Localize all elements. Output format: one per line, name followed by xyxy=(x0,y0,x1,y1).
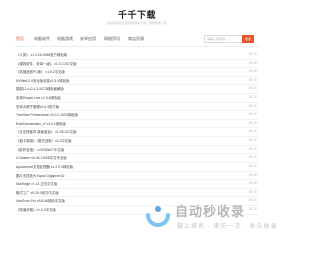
list-item-title[interactable]: 《特洛伊城》v1.0.0中文版 xyxy=(16,207,56,212)
site-title[interactable]: 千千下载 xyxy=(0,8,274,21)
watermark-title: 自动秒收录 xyxy=(175,204,246,219)
list-item-title[interactable]: TreeSize Professional v9.0.2.1533绿色版 xyxy=(16,112,78,117)
list-item-title[interactable]: 安卓Simple Live v1.5.8绿色版 xyxy=(16,95,61,100)
list-item[interactable]: 《无名侠客传 原画重返》 v1.05.1中文版 06-30 xyxy=(15,128,259,138)
list-item-date: 06-30 xyxy=(248,112,257,117)
site-subtitle: 提供最新最全的免费软件下载，绿色软件下载 xyxy=(106,21,167,25)
watermark-slogan: 做上排名 · 来访一次 · 永久收录 xyxy=(177,224,278,230)
list-item-date: 06-30 xyxy=(248,189,257,194)
list-item[interactable]: 《抽卡英雄》（俄式战役）v1.0中文版 06-30 xyxy=(15,137,259,146)
nav-divider xyxy=(15,46,259,47)
list-item-date: 06-30 xyxy=(248,95,257,100)
list-item-title[interactable]: CCleaner v6.36.11508中文专业版 xyxy=(16,155,67,160)
list-item[interactable]: 《人类》 v1.3.26.2968官方绿色版 06-30 xyxy=(15,51,259,60)
list-item-date: 06-30 xyxy=(248,163,257,168)
nav-item-android-apps[interactable]: 安卓应用 xyxy=(80,36,96,42)
list-item-date: 06-30 xyxy=(248,86,257,91)
list-item[interactable]: CCleaner v6.36.11508中文专业版 06-30 xyxy=(15,154,259,163)
search-button[interactable]: 搜索 xyxy=(242,35,254,43)
list-item-date: 06-30 xyxy=(248,155,257,160)
list-item-date: 06-30 xyxy=(248,52,257,56)
list-item-date: 06-30 xyxy=(248,146,257,151)
list-item-title[interactable]: StarEdge v7.14 正式中文版 xyxy=(16,181,57,186)
list-item[interactable]: 安卓Simple Live v1.5.8绿色版 06-30 xyxy=(15,94,259,103)
list-item-date: 06-30 xyxy=(248,181,257,186)
article-list: 《人类》 v1.3.26.2968官方绿色版 06-30 《增效软件：安卓一级》 v… xyxy=(15,51,259,215)
list-item-title[interactable]: 《人类》 v1.3.26.2968官方绿色版 xyxy=(16,52,67,57)
list-item[interactable]: StarEdge v7.14 正式中文版 06-30 xyxy=(15,180,259,189)
list-item-date: 06-30 xyxy=(248,129,257,134)
list-item-date: 06-30 xyxy=(248,60,257,65)
list-item[interactable]: NVMe6.0.0安全免安装v1.5.0绿色版 06-30 xyxy=(15,77,259,86)
list-item[interactable]: RobiDownloader_H v4.0.1绿色版 06-30 xyxy=(15,120,259,129)
list-item-title[interactable]: 《增效软件：安卓一级》 v1.0.2.4中文版 xyxy=(16,61,76,66)
list-item-title[interactable]: NVMe6.0.0安全免安装v1.5.0绿色版 xyxy=(16,78,69,83)
list-item[interactable]: 《机械迷宫PC版》 v1.5.2中文版 06-30 xyxy=(15,68,259,77)
watermark: 自动秒收录 做上排名 · 来访一次 · 永久收录 xyxy=(145,199,277,239)
list-item-title[interactable]: 猫猫11 v12.1.9.2673绿色破解版 xyxy=(16,86,64,91)
nav-item-home[interactable]: 首页 xyxy=(16,36,24,42)
list-item[interactable]: 猫猫11 v12.1.9.2673绿色破解版 06-30 xyxy=(15,85,259,95)
list-item-date: 06-30 xyxy=(248,103,257,108)
list-item-title[interactable]: VueScan Pro v9.8.46绿色中文版 xyxy=(16,198,65,203)
list-item-title[interactable]: 安卓大帽子管理v3.6.3官方版 xyxy=(16,104,59,109)
search-input[interactable]: 请输入关键词 xyxy=(204,35,242,43)
list-item-title[interactable]: Apowersoft文档处理器 v1.2.0.0绿色版 xyxy=(16,164,73,169)
list-item-title[interactable]: 图片无损放大Topaz Gigapixel AI xyxy=(16,173,64,178)
list-item-title[interactable]: 《影炉会馆》 v20250627中文版 xyxy=(16,147,64,152)
list-item[interactable]: 《增效软件：安卓一级》 v1.0.2.4中文版 06-30 xyxy=(15,60,259,69)
list-item-date: 06-30 xyxy=(248,77,257,82)
list-item-title[interactable]: 《机械迷宫PC版》 v1.5.2中文版 xyxy=(16,69,65,74)
list-item-title[interactable]: 《抽卡英雄》（俄式战役）v1.0中文版 xyxy=(16,138,72,143)
list-item-title[interactable]: 格式工厂 v5.20.0官方中文版 xyxy=(16,190,59,195)
nav-item-pc-games[interactable]: 电脑游戏 xyxy=(57,36,73,42)
list-item-date: 06-30 xyxy=(248,172,257,177)
list-item[interactable]: TreeSize Professional v9.0.2.1533绿色版 06-3… xyxy=(15,111,259,120)
list-item-title[interactable]: RobiDownloader_H v4.0.1绿色版 xyxy=(16,121,66,126)
list-item[interactable]: Apowersoft文档处理器 v1.2.0.0绿色版 06-30 xyxy=(15,163,259,172)
list-item[interactable]: 安卓大帽子管理v3.6.3官方版 06-30 xyxy=(15,103,259,112)
logo-icon xyxy=(146,206,170,227)
list-item-date: 06-30 xyxy=(248,138,257,143)
nav-item-store[interactable]: 商店资源 xyxy=(128,36,144,42)
list-item-date: 06-30 xyxy=(248,120,257,125)
nav-item-news[interactable]: 网络资讯 xyxy=(104,36,120,42)
list-item[interactable]: 图片无损放大Topaz Gigapixel AI 06-30 xyxy=(15,172,259,181)
list-item-date: 06-30 xyxy=(248,69,257,74)
list-item-title[interactable]: 《无名侠客传 原画重返》 v1.05.1中文版 xyxy=(16,129,76,134)
list-item[interactable]: 格式工厂 v5.20.0官方中文版 06-30 xyxy=(15,189,259,198)
list-item[interactable]: 《影炉会馆》 v20250627中文版 06-30 xyxy=(15,146,259,155)
nav-item-pc-software[interactable]: 电脑软件 xyxy=(34,36,50,42)
site-header: 千千下载 提供最新最全的免费软件下载，绿色软件下载 xyxy=(0,0,274,34)
